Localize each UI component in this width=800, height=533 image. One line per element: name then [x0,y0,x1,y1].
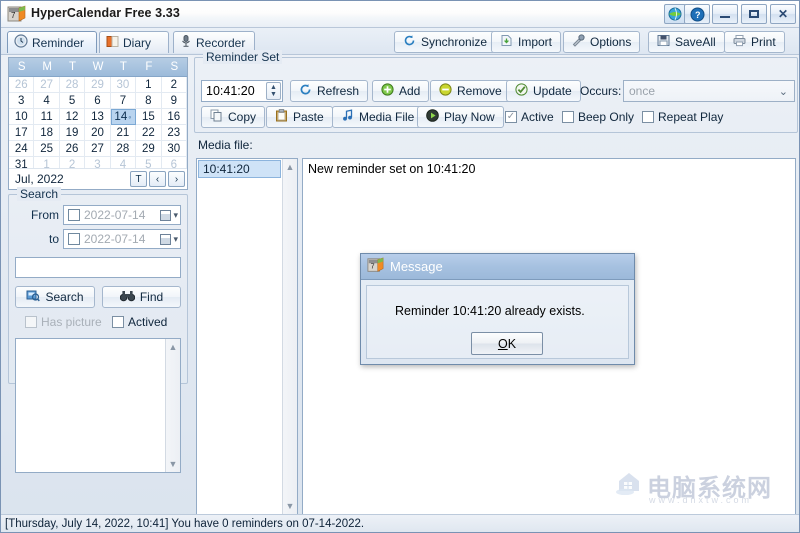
dialog-ok-accel: O [497,336,508,351]
calendar-7-icon: 7 [367,257,384,277]
dialog-title-text: Message [390,259,443,274]
dialog-title-bar: 7 Message [361,254,634,280]
dialog-ok-rest: K [507,336,517,351]
application-window: 7 HyperCalendar Free 3.33 ? ✕ Reminder D… [0,0,800,533]
dialog-overlay: 7 Message Reminder 10:41:20 already exis… [1,1,799,532]
svg-text:7: 7 [371,262,375,270]
dialog-body: Reminder 10:41:20 already exists. OK [366,285,629,359]
message-dialog: 7 Message Reminder 10:41:20 already exis… [360,253,635,365]
dialog-ok-button[interactable]: OK [471,332,543,355]
dialog-message: Reminder 10:41:20 already exists. [395,304,585,318]
